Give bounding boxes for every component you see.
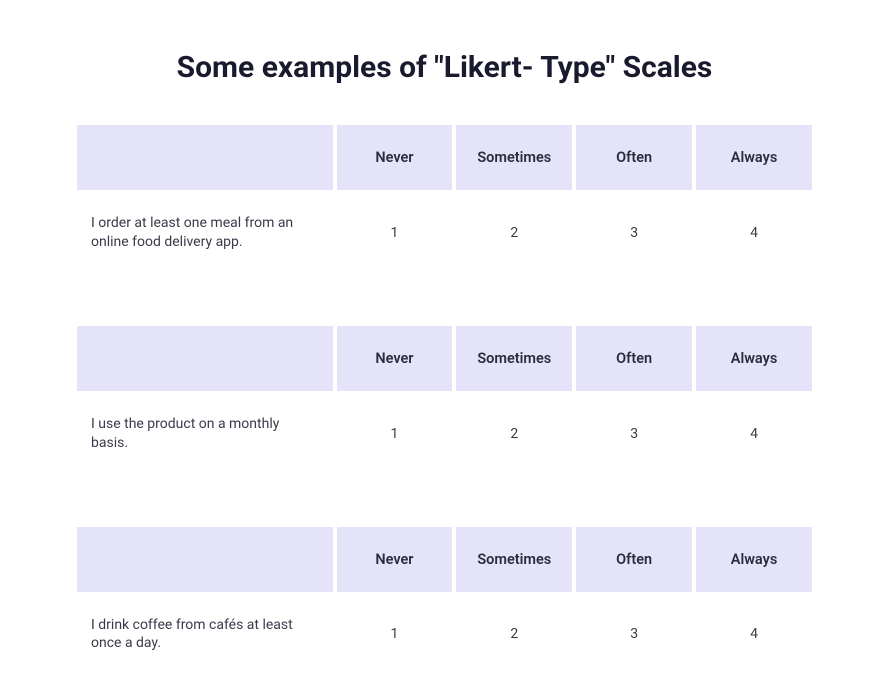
value-cell: 3 — [576, 190, 692, 276]
value-cell: 4 — [696, 391, 812, 477]
statement-header — [77, 326, 333, 391]
value-cell: 4 — [696, 190, 812, 276]
likert-table-1: Never Sometimes Often Always I order at … — [73, 125, 816, 276]
value-cell: 1 — [337, 391, 453, 477]
option-header-never: Never — [337, 326, 453, 391]
table-header-row: Never Sometimes Often Always — [77, 527, 812, 592]
value-cell: 3 — [576, 592, 692, 677]
option-header-often: Often — [576, 125, 692, 190]
statement-header — [77, 125, 333, 190]
option-header-never: Never — [337, 125, 453, 190]
table-row: I drink coffee from cafés at least once … — [77, 592, 812, 677]
option-header-often: Often — [576, 326, 692, 391]
statement-cell: I drink coffee from cafés at least once … — [77, 592, 333, 677]
likert-table-3: Never Sometimes Often Always I drink cof… — [73, 527, 816, 677]
statement-cell: I use the product on a monthly basis. — [77, 391, 333, 477]
option-header-sometimes: Sometimes — [456, 326, 572, 391]
page-title: Some examples of "Likert- Type" Scales — [73, 50, 816, 85]
value-cell: 3 — [576, 391, 692, 477]
value-cell: 2 — [456, 592, 572, 677]
statement-header — [77, 527, 333, 592]
value-cell: 2 — [456, 391, 572, 477]
table-row: I order at least one meal from an online… — [77, 190, 812, 276]
value-cell: 1 — [337, 592, 453, 677]
value-cell: 2 — [456, 190, 572, 276]
table-header-row: Never Sometimes Often Always — [77, 326, 812, 391]
option-header-always: Always — [696, 326, 812, 391]
option-header-always: Always — [696, 125, 812, 190]
statement-cell: I order at least one meal from an online… — [77, 190, 333, 276]
value-cell: 1 — [337, 190, 453, 276]
table-row: I use the product on a monthly basis. 1 … — [77, 391, 812, 477]
value-cell: 4 — [696, 592, 812, 677]
option-header-always: Always — [696, 527, 812, 592]
option-header-sometimes: Sometimes — [456, 527, 572, 592]
option-header-never: Never — [337, 527, 453, 592]
likert-table-2: Never Sometimes Often Always I use the p… — [73, 326, 816, 477]
option-header-sometimes: Sometimes — [456, 125, 572, 190]
option-header-often: Often — [576, 527, 692, 592]
table-header-row: Never Sometimes Often Always — [77, 125, 812, 190]
